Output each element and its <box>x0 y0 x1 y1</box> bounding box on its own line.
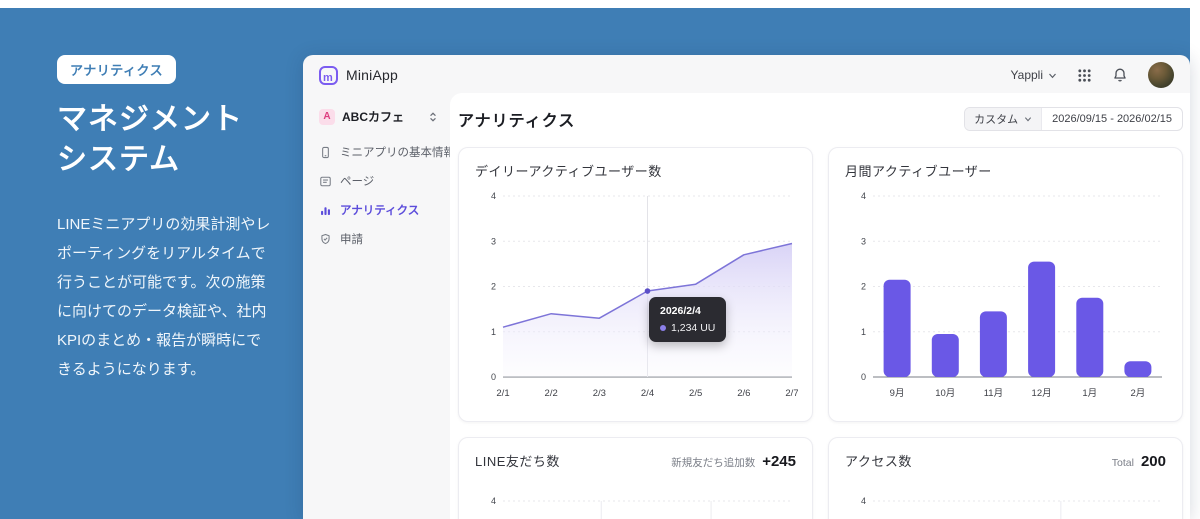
shield-check-icon <box>319 233 332 246</box>
chevron-down-icon <box>1048 71 1057 80</box>
sidebar-item-label: 申請 <box>340 231 363 247</box>
hero-title-line1: マネジメント <box>57 100 287 140</box>
svg-text:4: 4 <box>861 496 866 506</box>
sidebar-item-analytics[interactable]: アナリティクス <box>317 198 440 222</box>
tooltip-value: 1,234 UU <box>671 322 715 334</box>
app-brand: m MiniApp <box>319 66 398 85</box>
tooltip-date: 2026/2/4 <box>660 305 715 317</box>
svg-text:2/7: 2/7 <box>785 388 798 399</box>
card-title: 月間アクティブユーザー <box>845 161 1166 180</box>
hero-title-line2: システム <box>57 140 287 180</box>
svg-text:9月: 9月 <box>890 388 905 399</box>
page-title: アナリティクス <box>458 107 575 131</box>
svg-text:2/3: 2/3 <box>593 388 606 399</box>
chevron-down-icon <box>1024 115 1032 123</box>
hero-description: LINEミニアプリの効果計測やレポーティングをリアルタイムで行うことが可能です。… <box>57 210 275 384</box>
card-head: アクセス数 Total 200 <box>845 451 1166 470</box>
phone-icon <box>319 146 332 159</box>
svg-text:4: 4 <box>861 191 866 201</box>
monthly-active-users-chart[interactable]: 0 1 2 3 4 9月 10月 11月 12月 1月 2月 <box>845 186 1168 404</box>
bar-chart-icon <box>319 204 332 217</box>
brand-name: MiniApp <box>346 67 398 83</box>
miniapp-logo-icon: m <box>319 66 338 85</box>
card-title: LINE友だち数 <box>475 451 560 470</box>
date-mode-label: カスタム <box>974 111 1018 127</box>
svg-text:4: 4 <box>491 496 496 506</box>
main-panel: アナリティクス カスタム 2026/09/15 - 2026/02/15 デイリ… <box>450 93 1190 519</box>
stat-label: 新規友だち追加数 <box>671 455 755 470</box>
svg-text:11月: 11月 <box>984 388 1003 399</box>
svg-text:4: 4 <box>491 191 496 201</box>
user-avatar[interactable] <box>1148 62 1174 88</box>
svg-text:3: 3 <box>861 236 866 246</box>
sidebar-nav: ミニアプリの基本情報 ページ アナリティクス <box>317 140 440 251</box>
svg-text:12月: 12月 <box>1032 388 1052 399</box>
stat-label: Total <box>1112 457 1134 469</box>
svg-text:2/1: 2/1 <box>496 388 509 399</box>
monthly-active-users-card: 月間アクティブユーザー 0 1 2 3 4 9月 10月 11月 12月 1月 2月 <box>828 147 1183 422</box>
bell-icon <box>1112 67 1128 83</box>
access-count-card: アクセス数 Total 200 4 <box>828 437 1183 519</box>
card-stat: 新規友だち追加数 +245 <box>671 453 796 470</box>
date-range-control: カスタム 2026/09/15 - 2026/02/15 <box>964 107 1183 131</box>
date-mode-select[interactable]: カスタム <box>965 108 1042 130</box>
svg-text:2/5: 2/5 <box>689 388 702 399</box>
daily-active-users-chart[interactable]: 0 1 2 3 4 2/1 2/2 2/3 2/4 2/5 2/6 2/7 <box>475 186 798 404</box>
svg-text:2: 2 <box>491 282 496 292</box>
svg-text:1: 1 <box>861 327 866 337</box>
svg-text:2/2: 2/2 <box>545 388 558 399</box>
page-icon <box>319 175 332 188</box>
charts-row-2: LINE友だち数 新規友だち追加数 +245 4 アクセス数 Total 200 <box>458 437 1183 519</box>
date-range-value[interactable]: 2026/09/15 - 2026/02/15 <box>1042 108 1182 130</box>
app-window: m MiniApp Yappli <box>303 55 1190 519</box>
svg-text:10月: 10月 <box>935 388 955 399</box>
sidebar-item-label: ミニアプリの基本情報 <box>340 144 455 160</box>
access-count-chart[interactable]: 4 <box>845 476 1168 519</box>
series-dot-icon <box>660 325 666 331</box>
app-grid-button[interactable] <box>1077 68 1092 83</box>
svg-text:1月: 1月 <box>1082 388 1097 399</box>
sidebar-item-label: アナリティクス <box>340 202 419 218</box>
svg-text:0: 0 <box>491 372 496 382</box>
org-name: ABCカフェ <box>342 108 421 125</box>
svg-text:2: 2 <box>861 282 866 292</box>
card-stat: Total 200 <box>1112 453 1166 470</box>
line-friends-card: LINE友だち数 新規友だち追加数 +245 4 <box>458 437 813 519</box>
sidebar-item-pages[interactable]: ページ <box>317 169 440 193</box>
account-name: Yappli <box>1011 68 1043 82</box>
charts-row-1: デイリーアクティブユーザー数 0 1 2 3 4 2/1 2/2 2/3 2/4 2/5 2/6 2/… <box>458 147 1183 422</box>
sidebar: A ABCカフェ ミニアプリの基本情報 ページ <box>303 95 450 519</box>
app-topbar: m MiniApp Yappli <box>303 55 1190 95</box>
stat-value: +245 <box>762 453 796 470</box>
card-title: デイリーアクティブユーザー数 <box>475 161 796 180</box>
main-header: アナリティクス カスタム 2026/09/15 - 2026/02/15 <box>458 107 1183 131</box>
card-title: アクセス数 <box>845 451 912 470</box>
svg-text:2/4: 2/4 <box>641 388 654 399</box>
sidebar-item-application[interactable]: 申請 <box>317 227 440 251</box>
unfold-icon <box>428 111 438 123</box>
card-head: LINE友だち数 新規友だち追加数 +245 <box>475 451 796 470</box>
svg-text:3: 3 <box>491 236 496 246</box>
org-selector[interactable]: A ABCカフェ <box>317 103 440 130</box>
svg-text:0: 0 <box>861 372 866 382</box>
hero-section: アナリティクス マネジメント システム LINEミニアプリの効果計測やレポーティ… <box>57 55 287 384</box>
hero-badge: アナリティクス <box>57 55 176 84</box>
sidebar-item-label: ページ <box>340 173 374 189</box>
chart-tooltip: 2026/2/4 1,234 UU <box>649 297 726 342</box>
svg-text:2/6: 2/6 <box>737 388 750 399</box>
stat-value: 200 <box>1141 453 1166 470</box>
page: アナリティクス マネジメント システム LINEミニアプリの効果計測やレポーティ… <box>0 0 1200 519</box>
daily-active-users-card: デイリーアクティブユーザー数 0 1 2 3 4 2/1 2/2 2/3 2/4 2/5 2/6 2/… <box>458 147 813 422</box>
org-avatar: A <box>319 109 335 125</box>
svg-text:1: 1 <box>491 327 496 337</box>
sidebar-item-basic-info[interactable]: ミニアプリの基本情報 <box>317 140 440 164</box>
notifications-button[interactable] <box>1112 67 1128 83</box>
grid-icon <box>1077 68 1092 83</box>
account-dropdown[interactable]: Yappli <box>1011 68 1057 82</box>
line-friends-chart[interactable]: 4 <box>475 476 798 519</box>
hero-title: マネジメント システム <box>57 100 287 180</box>
tooltip-row: 1,234 UU <box>660 322 715 334</box>
svg-text:2月: 2月 <box>1131 388 1146 399</box>
topbar-actions: Yappli <box>1011 62 1174 88</box>
